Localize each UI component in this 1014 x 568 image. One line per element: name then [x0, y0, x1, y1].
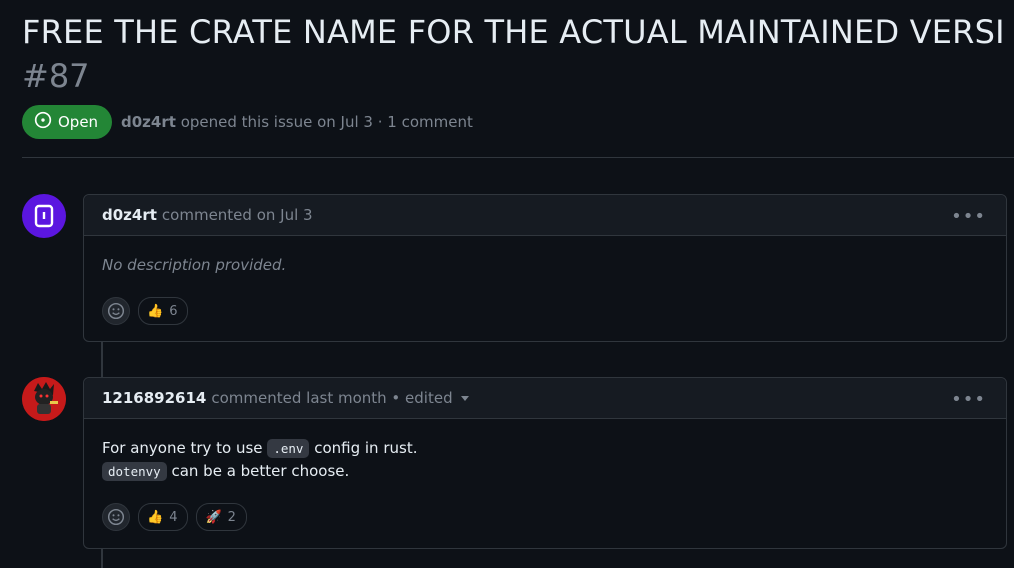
issue-meta: d0z4rt opened this issue on Jul 3 · 1 co… — [121, 113, 473, 131]
reaction-thumbs-up[interactable]: 👍 4 — [138, 503, 189, 531]
reaction-thumbs-up[interactable]: 👍 6 — [138, 297, 189, 325]
reaction-count: 4 — [169, 509, 178, 525]
status-label: Open — [58, 113, 99, 131]
comment-body: No description provided. — [84, 236, 1006, 277]
comment-line: dotenvy can be a better choose. — [102, 460, 988, 483]
issue-opened-icon — [34, 111, 52, 133]
comment-card: d0z4rt commented on Jul 3 ••• No descrip… — [83, 194, 1007, 342]
thumbs-up-icon: 👍 — [147, 509, 164, 525]
edit-history-chevron-down-icon[interactable] — [460, 395, 469, 401]
issue-number: #87 — [22, 57, 90, 95]
comment-text: For anyone try to use — [102, 439, 263, 457]
comment-author[interactable]: d0z4rt — [102, 206, 157, 224]
comment-text: can be a better choose. — [171, 462, 350, 480]
inline-code: dotenvy — [102, 462, 167, 481]
issue-author-link[interactable]: d0z4rt — [121, 113, 176, 131]
divider — [22, 157, 1014, 158]
reactions-bar: 👍 6 — [84, 277, 1006, 339]
comment-header: d0z4rt commented on Jul 3 ••• — [84, 195, 1006, 236]
comment-time[interactable]: commented on Jul 3 — [162, 206, 313, 224]
timeline-connector — [101, 548, 103, 568]
avatar[interactable] — [22, 377, 66, 421]
comment-text: config in rust. — [314, 439, 418, 457]
status-badge: Open — [22, 105, 113, 139]
comment-header: 1216892614 commented last month • edited… — [84, 378, 1006, 419]
empty-description: No description provided. — [102, 256, 287, 274]
add-reaction-smiley-icon[interactable] — [102, 503, 130, 531]
rocket-icon: 🚀 — [205, 509, 222, 525]
reaction-count: 6 — [169, 303, 178, 319]
issue-meta-text: opened this issue on Jul 3 · 1 comment — [180, 113, 473, 131]
inline-code: .env — [267, 439, 310, 458]
reaction-rocket[interactable]: 🚀 2 — [196, 503, 247, 531]
add-reaction-smiley-icon[interactable] — [102, 297, 130, 325]
comment-author[interactable]: 1216892614 — [102, 389, 206, 407]
reactions-bar: 👍 4 🚀 2 — [84, 483, 1006, 545]
comment-time[interactable]: commented last month • edited — [211, 389, 452, 407]
comment-body: For anyone try to use .env config in rus… — [84, 419, 1006, 483]
avatar[interactable] — [22, 194, 66, 238]
kebab-menu-icon[interactable]: ••• — [951, 389, 986, 410]
kebab-menu-icon[interactable]: ••• — [951, 206, 986, 227]
timeline-connector — [101, 341, 103, 377]
comment-line: For anyone try to use .env config in rus… — [102, 437, 988, 460]
comment-card: 1216892614 commented last month • edited… — [83, 377, 1007, 549]
issue-title: FREE THE CRATE NAME FOR THE ACTUAL MAINT… — [22, 13, 1005, 51]
thumbs-up-icon: 👍 — [147, 303, 164, 319]
reaction-count: 2 — [227, 509, 236, 525]
